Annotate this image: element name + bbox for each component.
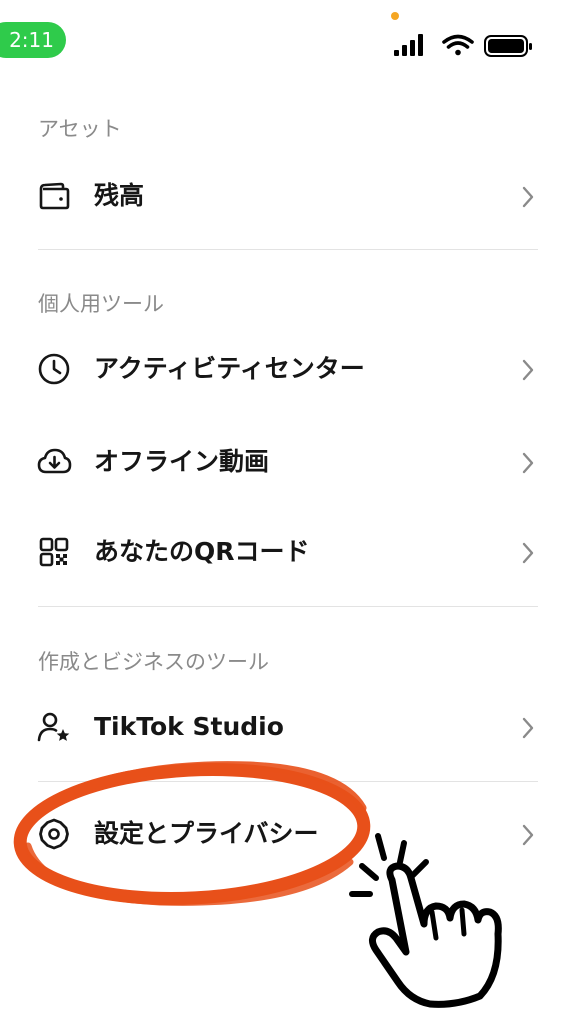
chevron-right-icon <box>522 186 534 208</box>
section-divider <box>38 249 538 250</box>
status-time: 2:11 <box>0 22 66 58</box>
chevron-right-icon <box>522 452 534 474</box>
wallet-icon <box>39 182 70 210</box>
status-bar: 2:11 <box>0 0 576 80</box>
menu-item-balance[interactable]: 残高 <box>0 158 576 234</box>
battery-icon <box>484 35 532 57</box>
menu-item-activity-center[interactable]: アクティビティセンター <box>0 331 576 407</box>
status-icons <box>392 32 538 60</box>
settings-menu-screen: 2:11 アセット 残高 個人用ツール アクティビティセンター オフライン動画 … <box>0 0 576 1024</box>
cloud-download-icon <box>37 448 72 474</box>
chevron-right-icon <box>522 717 534 739</box>
user-star-icon <box>37 712 70 742</box>
privacy-indicator-dot <box>391 12 399 20</box>
qr-code-icon <box>39 537 69 567</box>
gear-icon <box>39 818 69 850</box>
menu-item-label: オフライン動画 <box>94 447 270 476</box>
menu-item-label: 設定とプライバシー <box>94 819 319 848</box>
section-title-personal-tools: 個人用ツール <box>38 292 164 316</box>
section-title-creator-business-tools: 作成とビジネスのツール <box>38 650 269 674</box>
menu-item-tiktok-studio[interactable]: TikTok Studio <box>0 689 576 765</box>
chevron-right-icon <box>522 824 534 846</box>
status-icons-svg <box>394 34 532 57</box>
chevron-right-icon <box>522 542 534 564</box>
menu-item-qr-code[interactable]: あなたのQRコード <box>0 514 576 590</box>
menu-item-label: あなたのQRコード <box>94 537 310 566</box>
cellular-signal-icon <box>394 34 423 56</box>
section-title-assets: アセット <box>38 117 122 141</box>
menu-item-offline-videos[interactable]: オフライン動画 <box>0 424 576 500</box>
menu-item-label: アクティビティセンター <box>94 354 365 383</box>
chevron-right-icon <box>522 359 534 381</box>
clock-icon <box>38 353 70 385</box>
row-divider <box>38 781 538 782</box>
menu-item-settings-privacy[interactable]: 設定とプライバシー <box>0 796 576 872</box>
wifi-icon <box>442 34 474 56</box>
menu-item-label: TikTok Studio <box>94 712 284 741</box>
menu-item-label: 残高 <box>94 181 145 210</box>
section-divider <box>38 606 538 607</box>
